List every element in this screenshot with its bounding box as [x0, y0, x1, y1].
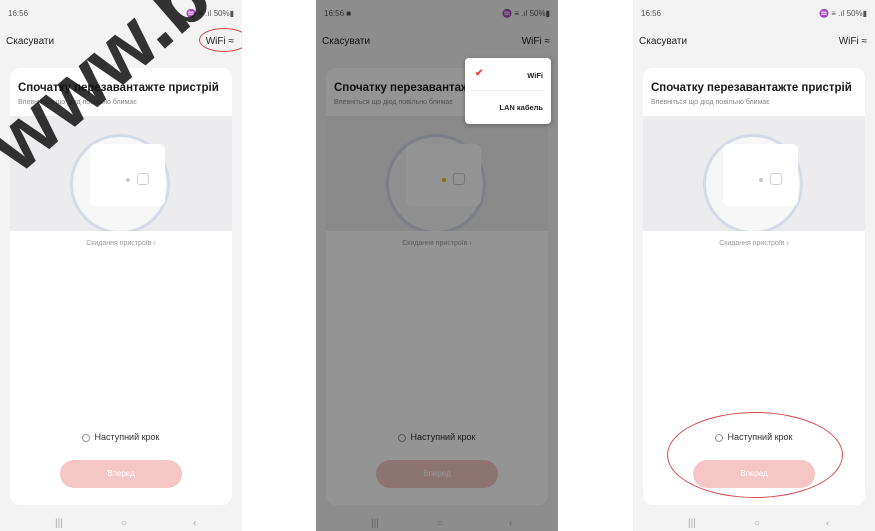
next-step-checkbox[interactable]: Наступний крок	[10, 432, 232, 442]
dropdown-item-wifi[interactable]: ✔ WiFi	[465, 60, 551, 90]
back-icon[interactable]: ‹	[826, 518, 829, 529]
system-nav: ||| ○ ‹	[633, 513, 875, 529]
status-time: 16:56	[8, 9, 29, 18]
status-icons: ♒ ≡ .ıl 50%▮	[819, 9, 867, 18]
phone-screen-2: 16:56 ■ ♒ ≡ .ıl 50%▮ Скасувати WiFi ≈ Сп…	[316, 0, 558, 531]
check-icon: ✔	[475, 68, 484, 79]
cancel-button[interactable]: Скасувати	[639, 36, 687, 47]
back-icon[interactable]: ‹	[193, 518, 196, 529]
page-title: Спочатку перезавантажте пристрій	[651, 82, 852, 94]
recent-apps-icon[interactable]: |||	[55, 518, 63, 529]
network-select-button[interactable]: WiFi ≈	[839, 36, 867, 47]
cancel-button[interactable]: Скасувати	[6, 36, 54, 47]
device-illustration	[643, 116, 865, 231]
device-icon	[723, 144, 798, 206]
radio-icon	[82, 433, 91, 442]
dropdown-divider	[471, 90, 545, 91]
status-bar: 16:56 ♒ ≡ .ıl 50%▮	[641, 9, 867, 23]
status-time: 16:56	[641, 9, 662, 18]
dropdown-item-label: WiFi	[527, 71, 543, 80]
next-step-label: Наступний крок	[94, 432, 160, 442]
header: Скасувати WiFi ≈	[633, 34, 875, 52]
reset-button-icon	[770, 173, 782, 185]
dropdown-item-lan[interactable]: LAN кабель	[465, 92, 551, 122]
home-icon[interactable]: ○	[121, 518, 127, 529]
home-icon[interactable]: ○	[754, 518, 760, 529]
led-indicator-icon	[126, 178, 130, 182]
dropdown-item-label: LAN кабель	[499, 103, 543, 112]
network-dropdown: ✔ WiFi LAN кабель	[465, 58, 551, 124]
recent-apps-icon[interactable]: |||	[688, 518, 696, 529]
device-icon	[90, 144, 165, 206]
reset-device-link[interactable]: Скидання пристроїв ›	[643, 240, 865, 247]
next-button[interactable]: Вперед	[60, 460, 182, 488]
highlight-ring-next	[667, 412, 843, 498]
system-nav: ||| ○ ‹	[0, 513, 242, 529]
page-subtitle: Впевніться що діод повільно блимає	[651, 99, 770, 106]
phone-screen-3: 16:56 ♒ ≡ .ıl 50%▮ Скасувати WiFi ≈ Споч…	[633, 0, 875, 531]
reset-button-icon	[137, 173, 149, 185]
led-indicator-icon	[759, 178, 763, 182]
reset-device-link[interactable]: Скидання пристроїв ›	[10, 240, 232, 247]
